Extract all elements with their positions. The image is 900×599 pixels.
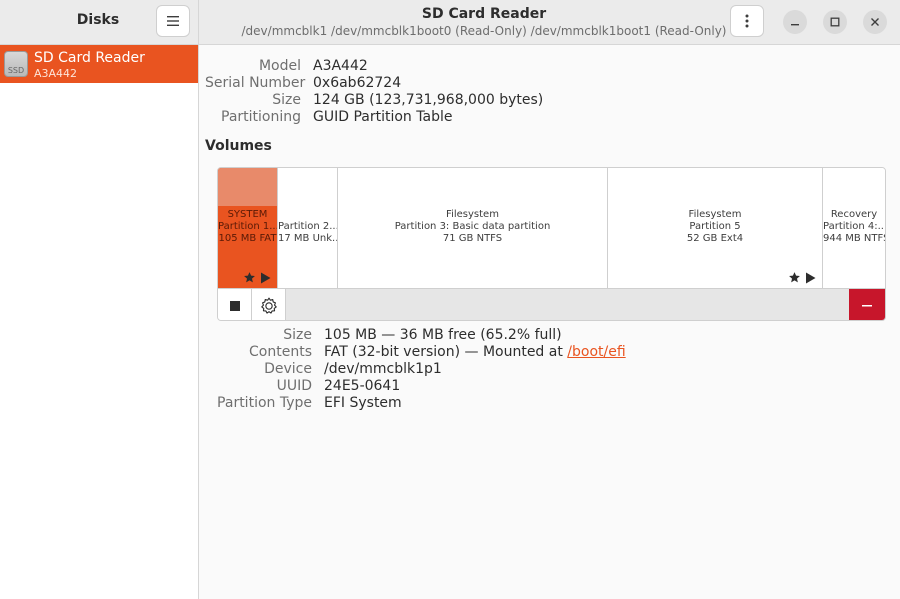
minus-icon [862,304,872,306]
unmount-button[interactable] [218,289,252,320]
disk-info-value: GUID Partition Table [313,109,453,125]
partition-name [278,209,337,221]
drive-list-item-sd-card-reader[interactable]: SSD SD Card Reader A3A442 [0,45,198,83]
partition-name: Filesystem [446,209,499,220]
maximize-icon [830,17,840,27]
partition-1-system[interactable]: SYSTEM Partition 1... 105 MB FAT [218,168,278,288]
drive-name: SD Card Reader [34,50,145,66]
partition-desc: Partition 5 [689,221,741,232]
volume-info-value: FAT (32-bit version) — Mounted at /boot/… [324,344,626,360]
partition-4-recovery[interactable]: Recovery Partition 4:... 944 MB NTFS [823,168,885,288]
hamburger-icon [167,16,179,26]
disk-info-label: Partitioning [221,109,301,125]
volumes-heading: Volumes [205,138,272,154]
disk-info-label: Size [272,92,301,108]
volume-map: SYSTEM Partition 1... 105 MB FAT Partiti… [217,167,886,321]
partition-size: 105 MB FAT [218,233,277,244]
maximize-button[interactable] [823,10,847,34]
volume-info-value: 24E5-0641 [324,378,401,394]
partition-name: Filesystem [688,209,742,220]
ssd-drive-icon: SSD [4,51,28,77]
partition-size: 52 GB Ext4 [686,233,744,244]
close-icon [871,18,879,26]
partition-size: 71 GB NTFS [442,233,503,244]
contents-text: FAT (32-bit version) — Mounted at [324,344,568,360]
partition-size: 17 MB Unk... [278,233,337,244]
star-icon [789,272,800,283]
play-icon [806,272,816,283]
partition-desc: Partition 4:... [823,221,885,232]
volume-info-label: Device [264,361,312,377]
disk-info-value: 124 GB (123,731,968,000 bytes) [313,92,544,108]
star-icon [244,272,255,283]
partition-name: SYSTEM [227,209,268,220]
window-subtitle: /dev/mmcblk1 /dev/mmcblk1boot0 (Read-Onl… [241,24,727,38]
drive-model: A3A442 [34,67,78,80]
partition-2-unknown[interactable]: Partition 2... 17 MB Unk... [278,168,338,288]
volume-info-value: 105 MB — 36 MB free (65.2% full) [324,327,562,343]
vertical-ellipsis-icon [745,14,749,28]
partition-3-filesystem[interactable]: Filesystem Partition 3: Basic data parti… [338,168,608,288]
disk-info-label: Model [258,58,301,74]
gear-icon [260,297,277,314]
partition-desc: Partition 2... [278,221,337,232]
minimize-icon [791,24,799,26]
partition-settings-button[interactable] [252,289,286,320]
volume-info-label: Size [283,327,312,343]
volume-toolbar [218,288,885,320]
partition-desc: Partition 3: Basic data partition [394,221,551,232]
mount-point-link[interactable]: /boot/efi [567,344,625,360]
volume-info-value: EFI System [324,395,402,411]
disk-info-label: Serial Number [205,75,306,91]
partition-name: Recovery [830,209,878,220]
main-menu-button[interactable] [156,5,190,37]
disk-info-value: A3A442 [313,58,368,74]
partition-desc: Partition 1... [218,221,277,232]
drive-options-button[interactable] [730,5,764,37]
volume-info-value: /dev/mmcblk1p1 [324,361,442,377]
stop-icon [229,300,240,311]
volume-info-label: Contents [249,344,312,360]
window-title: SD Card Reader [421,6,547,22]
partition-size: 944 MB NTFS [823,233,885,244]
volume-info-label: Partition Type [217,395,312,411]
sidebar-header: Disks [0,0,198,45]
partition-5-filesystem[interactable]: Filesystem Partition 5 52 GB Ext4 [608,168,823,288]
play-icon [261,272,271,283]
volume-info-label: UUID [276,378,312,394]
minimize-button[interactable] [783,10,807,34]
disk-info-value: 0x6ab62724 [313,75,402,91]
sidebar: Disks SSD SD Card Reader A3A442 [0,0,199,599]
header-bar: SD Card Reader /dev/mmcblk1 /dev/mmcblk1… [199,0,900,45]
close-button[interactable] [863,10,887,34]
delete-partition-button[interactable] [849,289,885,320]
